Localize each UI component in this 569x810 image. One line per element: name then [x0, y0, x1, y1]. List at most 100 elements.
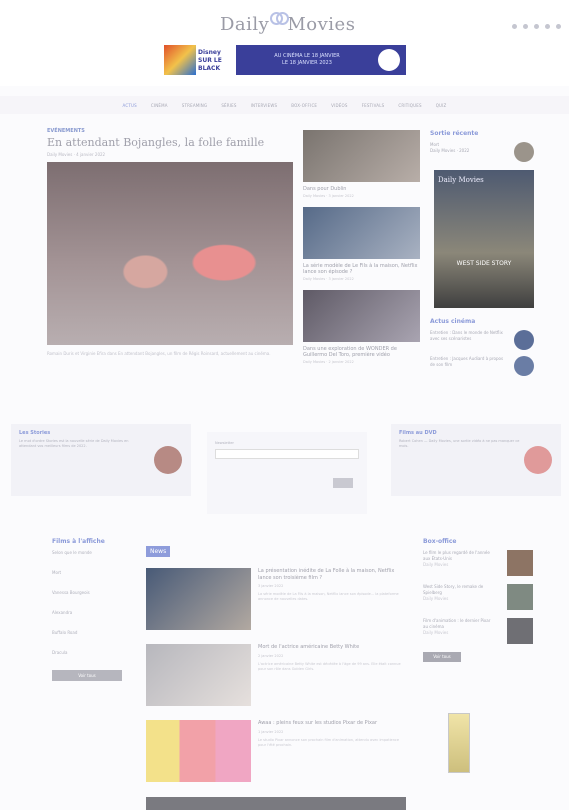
featured-article: Evénements En attendant Bojangles, la fo…: [47, 128, 295, 357]
ad-skyscraper[interactable]: [448, 713, 470, 773]
left-widget-item[interactable]: Alexandra: [52, 610, 132, 615]
news-image[interactable]: [146, 644, 251, 706]
side-article[interactable]: Dans une exploration de WONDER de Guille…: [303, 290, 421, 364]
side-article-image[interactable]: [303, 207, 420, 259]
left-widget-item[interactable]: Buffalo Road: [52, 630, 132, 635]
news-headline[interactable]: Mort de l'actrice américaine Betty White: [258, 644, 406, 651]
side-article-title[interactable]: Dans une exploration de WONDER de Guille…: [303, 346, 421, 358]
side-article-title[interactable]: La série modèle de Le Fils à la maison, …: [303, 263, 421, 275]
nav-item-cinema[interactable]: Cinéma: [151, 103, 168, 108]
box-office-widget: Box-office Le film le plus regardé de l'…: [423, 538, 533, 662]
youtube-icon[interactable]: [545, 24, 550, 29]
box-office-title: Box-office: [423, 538, 457, 545]
side-article-image[interactable]: [303, 290, 420, 342]
news-headline[interactable]: Awaa : pleins feux sur les studios Pixar…: [258, 720, 406, 727]
mid-section: Les Stories Le mot d'ordre Stories est l…: [11, 424, 561, 516]
news-item[interactable]: Mort de l'actrice américaine Betty White…: [146, 644, 406, 706]
poster-title: WEST SIDE STORY: [456, 260, 512, 267]
search-icon[interactable]: [556, 24, 561, 29]
news-item[interactable]: Awaa : pleins feux sur les studios Pixar…: [146, 720, 406, 782]
recent-item[interactable]: Entretien : Jacques Audiard à propos de …: [430, 356, 534, 376]
banner-date: LE 18 JANVIER 2023: [282, 60, 332, 66]
box-office-item[interactable]: Le film le plus regardé de l'année aux É…: [423, 550, 533, 576]
newsletter-submit-button[interactable]: [333, 478, 353, 488]
trending-item[interactable]: Mort Daily Movies · 2022: [430, 142, 534, 162]
stories-box: Les Stories Le mot d'ordre Stories est l…: [11, 424, 191, 496]
instagram-icon[interactable]: [534, 24, 539, 29]
side-article[interactable]: Dans pour Dublin Daily Movies · 3 janvie…: [303, 130, 421, 198]
news-image[interactable]: [146, 720, 251, 782]
box-office-item-meta: Daily Movies: [423, 630, 449, 635]
nav-item-box-office[interactable]: Box-office: [291, 103, 317, 108]
recent-item[interactable]: Entretien : Dans le monde de Netflix ave…: [430, 330, 534, 350]
side-article-image[interactable]: [303, 130, 420, 182]
banner-logo-icon: [378, 49, 400, 71]
stories-title: Les Stories: [19, 430, 51, 436]
nav-item-festivals[interactable]: Festivals: [362, 103, 385, 108]
nav-item-videos[interactable]: Vidéos: [331, 103, 347, 108]
left-widget-title: Films à l'affiche: [52, 538, 105, 545]
box-office-item[interactable]: Film d'animation : le dernier Pixar au c…: [423, 618, 533, 644]
news-text: Awaa : pleins feux sur les studios Pixar…: [258, 720, 406, 782]
logo-text-movies: Movies: [287, 14, 356, 35]
banner-text: AU CINÉMA LE 18 JANVIER LE 18 JANVIER 20…: [236, 53, 378, 67]
twitter-icon[interactable]: [523, 24, 528, 29]
trending-item-meta: Daily Movies · 2022: [430, 148, 470, 153]
left-widget-item[interactable]: Vanessa Bourgeois: [52, 590, 132, 595]
box-office-image[interactable]: [507, 550, 533, 576]
side-article-title[interactable]: Dans pour Dublin: [303, 186, 421, 192]
box-office-button[interactable]: Voir tous: [423, 652, 461, 662]
news-image[interactable]: [146, 568, 251, 630]
side-article-meta: Daily Movies · 2 janvier 2022: [303, 360, 354, 364]
featured-image[interactable]: [47, 162, 293, 345]
box-office-image[interactable]: [507, 584, 533, 610]
site-logo[interactable]: Daily Movies: [220, 12, 356, 35]
main-nav: Actus Cinéma Streaming Séries Interviews…: [0, 96, 569, 114]
stories-avatar[interactable]: [154, 446, 182, 474]
left-widget-item[interactable]: Mort: [52, 570, 132, 575]
box-office-item-title[interactable]: Film d'animation : le dernier Pixar au c…: [423, 618, 495, 630]
recent-avatar[interactable]: [514, 330, 534, 350]
recent-item-title[interactable]: Entretien : Dans le monde de Netflix ave…: [430, 330, 504, 342]
ad-banner[interactable]: Disney SUR LE BLACK AU CINÉMA LE 18 JANV…: [164, 45, 406, 75]
box-office-item-text: West Side Story, le remake de Spielberg …: [423, 584, 495, 610]
side-article-meta: Daily Movies · 3 janvier 2022: [303, 277, 354, 281]
news-item[interactable]: La présentation inédite de La Folle à la…: [146, 568, 406, 630]
banner-headline: AU CINÉMA LE 18 JANVIER: [274, 53, 340, 59]
ad-poster[interactable]: Daily Movies WEST SIDE STORY: [434, 170, 534, 308]
right-sidebar: Sortie récente Mort Daily Movies · 2022 …: [430, 130, 534, 382]
nav-item-quiz[interactable]: Quiz: [436, 103, 447, 108]
recent-avatar[interactable]: [514, 356, 534, 376]
left-widget-item[interactable]: Selon que le monde: [52, 550, 132, 555]
left-widget-button[interactable]: Voir tous: [52, 670, 122, 681]
left-widget-item[interactable]: Dracula: [52, 650, 132, 655]
box-office-item-title[interactable]: West Side Story, le remake de Spielberg: [423, 584, 495, 596]
facebook-icon[interactable]: [512, 24, 517, 29]
box-office-image[interactable]: [507, 618, 533, 644]
recent-item-title[interactable]: Entretien : Jacques Audiard à propos de …: [430, 356, 504, 368]
news-next-image[interactable]: [146, 797, 406, 810]
newsletter-email-input[interactable]: [215, 449, 359, 459]
news-text: Mort de l'actrice américaine Betty White…: [258, 644, 406, 706]
side-article-meta: Daily Movies · 3 janvier 2022: [303, 194, 354, 198]
news-headline[interactable]: La présentation inédite de La Folle à la…: [258, 568, 406, 581]
box-office-item[interactable]: West Side Story, le remake de Spielberg …: [423, 584, 533, 610]
nav-item-interviews[interactable]: Interviews: [251, 103, 278, 108]
nav-item-series[interactable]: Séries: [221, 103, 236, 108]
banner-brand: Disney SUR LE BLACK: [196, 45, 236, 75]
box-office-item-title[interactable]: Le film le plus regardé de l'année aux É…: [423, 550, 495, 562]
trending-avatar[interactable]: [514, 142, 534, 162]
dvd-avatar[interactable]: [524, 446, 552, 474]
dvd-box: Films au DVD Robert Cohen — Daily Movies…: [391, 424, 561, 496]
featured-category[interactable]: Evénements: [47, 128, 295, 134]
box-office-item-text: Le film le plus regardé de l'année aux É…: [423, 550, 495, 576]
featured-title[interactable]: En attendant Bojangles, la folle famille: [47, 136, 295, 149]
nav-item-critiques[interactable]: Critiques: [398, 103, 421, 108]
trending-title: Sortie récente: [430, 130, 479, 137]
nav-item-streaming[interactable]: Streaming: [182, 103, 208, 108]
news-excerpt: Le studio Pixar annonce son prochain fil…: [258, 737, 399, 747]
side-articles: Dans pour Dublin Daily Movies · 3 janvie…: [303, 130, 421, 373]
side-article[interactable]: La série modèle de Le Fils à la maison, …: [303, 207, 421, 281]
nav-item-actus[interactable]: Actus: [122, 103, 136, 108]
news-date: 1 janvier 2022: [258, 729, 284, 734]
